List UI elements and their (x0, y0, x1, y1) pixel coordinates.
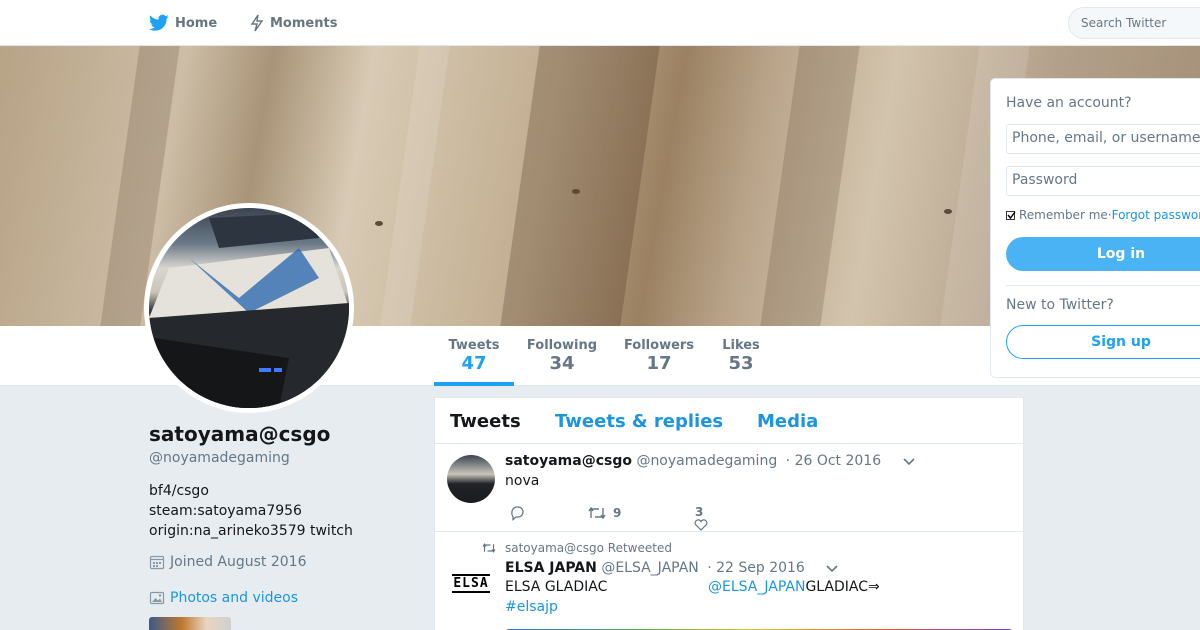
tweet-author-name[interactable]: ELSA JAPAN (505, 560, 597, 576)
tweet-text-mention-line: @ELSA_JAPANGLADIAC⇒ (708, 579, 880, 595)
signup-button[interactable]: Sign up (1006, 325, 1200, 359)
username-field[interactable]: Phone, email, or username (1006, 124, 1200, 154)
tweet-text: ELSA GLADIAC (505, 579, 608, 595)
stat-tweets[interactable]: Tweets 47 (434, 326, 514, 386)
tweet-author-handle[interactable]: @noyamadegaming (636, 453, 777, 469)
timeline: Tweets Tweets & replies Media satoyama@c… (434, 397, 1024, 630)
chevron-down-icon[interactable] (902, 457, 916, 467)
remember-checkbox[interactable] (1006, 210, 1016, 220)
like-count: 3 (695, 505, 704, 519)
stat-followers[interactable]: Followers 17 (622, 326, 696, 386)
banner-knot (944, 209, 952, 214)
profile-joined: Joined August 2016 (149, 554, 306, 570)
tab-tweets-replies[interactable]: Tweets & replies (555, 411, 723, 432)
stat-label: Likes (722, 338, 760, 353)
mention-link[interactable]: @ELSA_JAPAN (708, 579, 805, 595)
joined-label: Joined August 2016 (170, 554, 307, 570)
remember-row: Remember me · Forgot password? (1006, 208, 1200, 222)
tab-tweets[interactable]: Tweets (450, 411, 521, 432)
stat-likes[interactable]: Likes 53 (716, 326, 766, 386)
tweet-date[interactable]: · 26 Oct 2016 (786, 453, 881, 469)
photos-videos-label: Photos and videos (170, 590, 299, 606)
password-field[interactable]: Password (1006, 166, 1200, 196)
retweet-icon (588, 506, 606, 520)
banner-plank (380, 46, 450, 326)
tweet-author-handle[interactable]: @ELSA_JAPAN (601, 560, 698, 576)
stat-label: Tweets (448, 338, 500, 353)
tweet[interactable]: satoyama@csgo @noyamadegaming · 26 Oct 2… (435, 445, 1023, 532)
banner-knot (375, 221, 383, 226)
avatar-photo (149, 208, 349, 408)
image-icon (149, 591, 165, 605)
stat-value: 47 (461, 353, 487, 374)
tweet[interactable]: satoyama@csgo Retweeted ELSA ELSA JAPAN … (435, 533, 1023, 630)
reply-icon (511, 506, 524, 521)
tweet-avatar[interactable] (447, 455, 495, 503)
nav-moments[interactable]: Moments (250, 0, 337, 46)
profile-handle[interactable]: @noyamadegaming (149, 450, 290, 466)
nav-home-label: Home (175, 15, 218, 31)
divider (1006, 285, 1200, 286)
twitter-bird-icon (149, 14, 169, 31)
top-nav: Home Moments Search Twitter (0, 0, 1200, 46)
login-button[interactable]: Log in (1006, 237, 1200, 271)
nav-moments-label: Moments (270, 15, 338, 31)
heart-icon (694, 519, 708, 531)
stat-label: Followers (623, 338, 695, 353)
banner-knot (572, 189, 580, 194)
profile-name[interactable]: satoyama@csgo (149, 422, 330, 446)
calendar-icon (149, 555, 165, 570)
tweet-header: satoyama@csgo @noyamadegaming · 26 Oct 2… (505, 453, 881, 469)
stat-value: 17 (646, 353, 672, 374)
checkmark-icon (1007, 211, 1016, 219)
retweet-icon (482, 543, 496, 553)
bio-line: origin:na_arineko3579 twitch (149, 523, 353, 539)
timeline-tabs: Tweets Tweets & replies Media (435, 398, 1023, 444)
login-header: Have an account? (1006, 95, 1132, 111)
avatar-illustration (149, 213, 349, 408)
tweet-text: nova (505, 473, 540, 489)
forgot-password-link[interactable]: Forgot password? (1112, 208, 1200, 222)
stat-following[interactable]: Following 34 (524, 326, 600, 386)
banner-plank (760, 46, 860, 326)
retweet-count: 9 (613, 506, 622, 520)
lightning-icon (250, 14, 264, 32)
retweet-button[interactable]: 9 (587, 505, 621, 521)
tweet-date[interactable]: · 22 Sep 2016 (707, 560, 805, 576)
retweet-context: satoyama@csgo Retweeted (481, 541, 672, 555)
chevron-down-icon[interactable] (825, 564, 839, 574)
stat-label: Following (526, 338, 598, 353)
new-to-twitter-label: New to Twitter? (1006, 297, 1114, 313)
profile-avatar[interactable] (144, 203, 354, 413)
hashtag-link[interactable]: #elsajp (505, 599, 558, 615)
retweet-context-label[interactable]: satoyama@csgo Retweeted (505, 541, 672, 555)
tweet-avatar[interactable]: ELSA (447, 563, 495, 603)
tweet-header: ELSA JAPAN @ELSA_JAPAN · 22 Sep 2016 (505, 560, 805, 576)
profile-bio: bf4/csgo steam:satoyama7956 origin:na_ar… (149, 481, 353, 541)
photos-videos-link[interactable]: Photos and videos (149, 590, 298, 606)
remember-label[interactable]: Remember me (1019, 208, 1108, 222)
bio-line: bf4/csgo (149, 483, 209, 499)
like-button[interactable]: 3 (694, 505, 708, 531)
elsa-logo-text: ELSA (452, 573, 490, 593)
banner-plank (500, 46, 660, 326)
bio-line: steam:satoyama7956 (149, 503, 302, 519)
tweet-text-cont: GLADIAC⇒ (805, 579, 880, 595)
nav-home[interactable]: Home (149, 0, 217, 46)
search-input[interactable]: Search Twitter (1068, 7, 1200, 39)
tab-media[interactable]: Media (757, 411, 818, 432)
stat-value: 34 (549, 353, 575, 374)
tweet-author-name[interactable]: satoyama@csgo (505, 453, 632, 469)
media-thumbnail[interactable] (149, 617, 231, 630)
stat-value: 53 (728, 353, 754, 374)
login-card: Have an account? Phone, email, or userna… (990, 78, 1200, 378)
reply-button[interactable] (509, 505, 525, 521)
